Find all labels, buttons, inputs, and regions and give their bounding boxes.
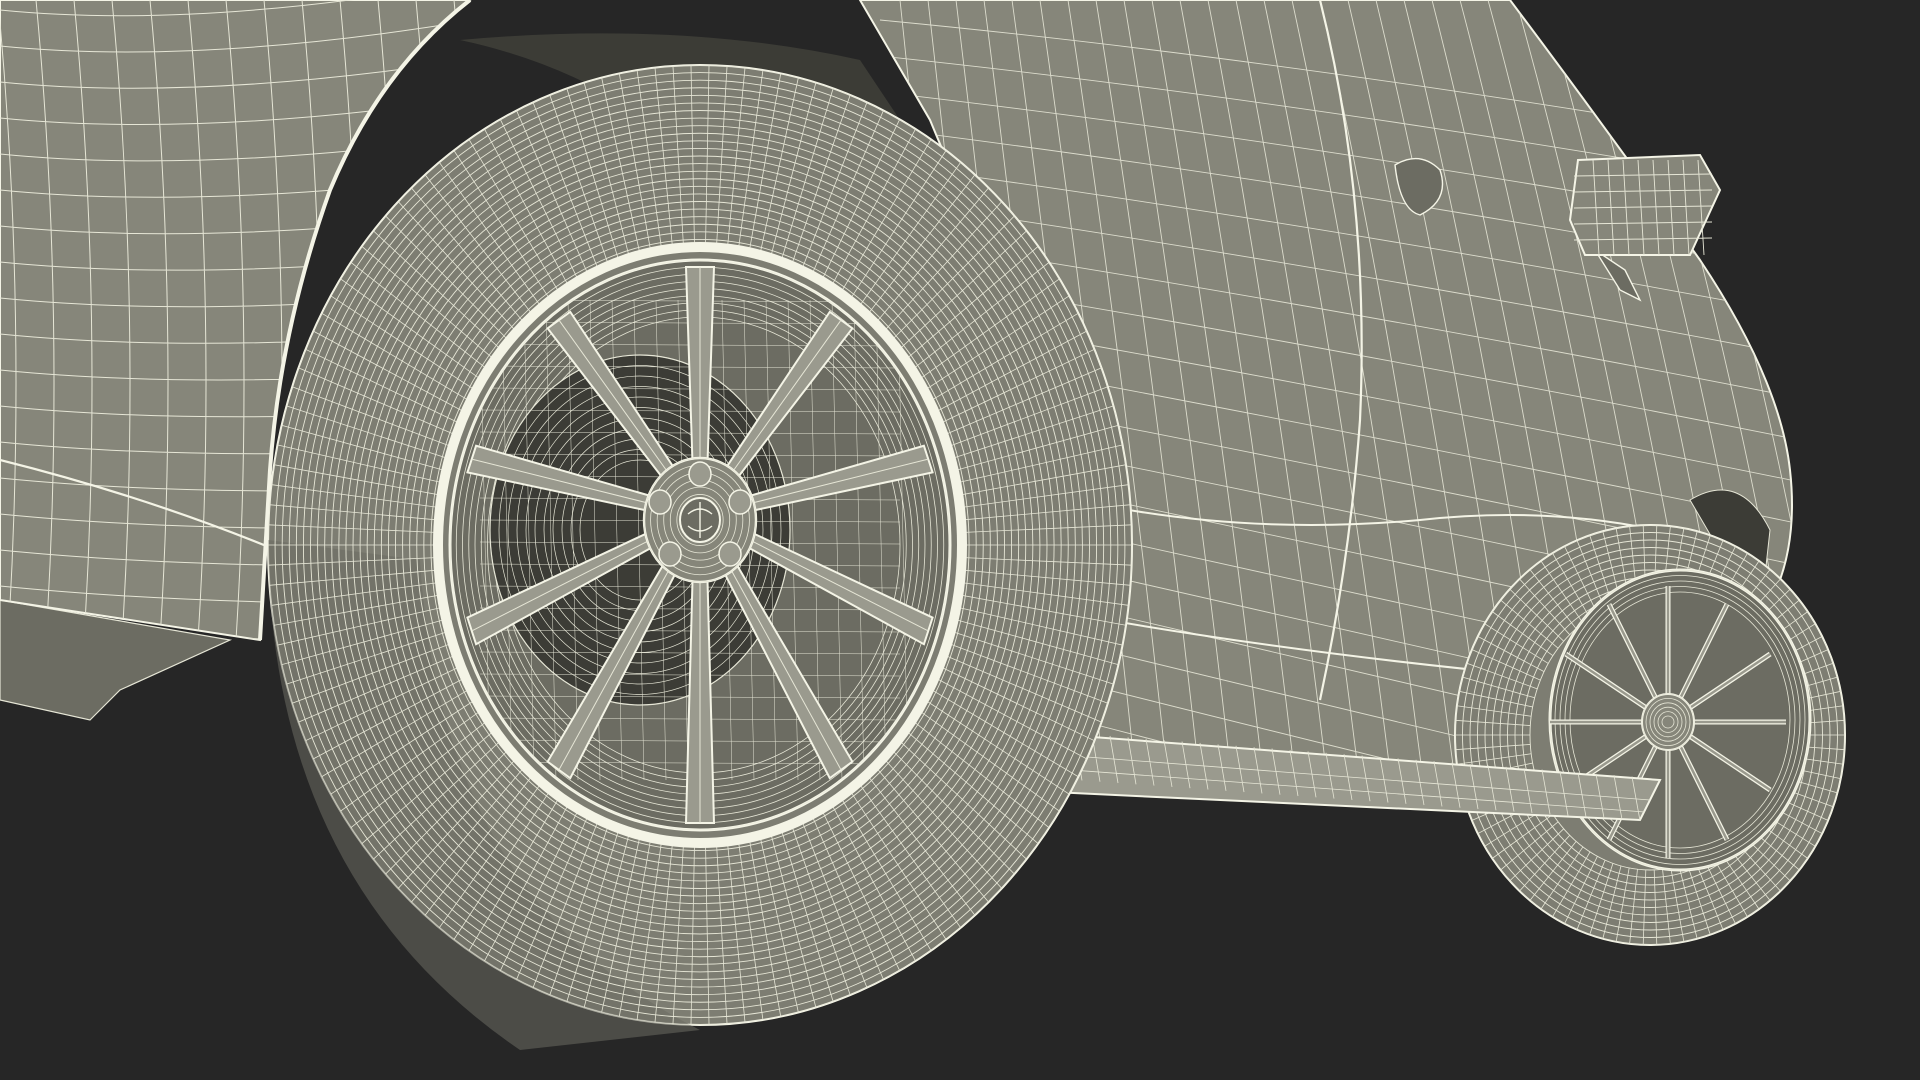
rear-rim — [433, 242, 967, 848]
render-viewport — [0, 0, 1920, 1080]
lug-nut — [728, 489, 752, 515]
lug-nut — [718, 541, 742, 567]
lug-nut — [648, 489, 672, 515]
lug-nut — [688, 461, 712, 487]
lug-nut — [658, 541, 682, 567]
wireframe-scene — [0, 0, 1920, 1080]
